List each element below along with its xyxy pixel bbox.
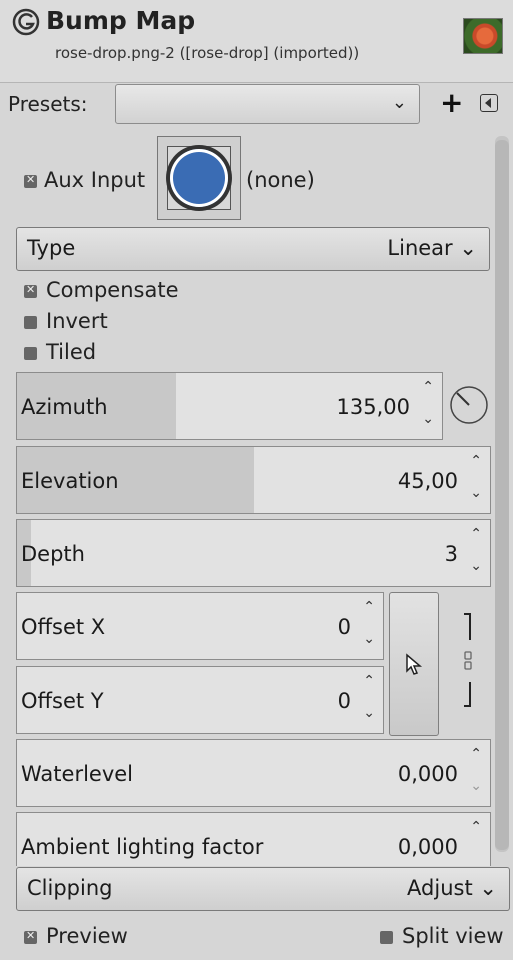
offset-x-spin[interactable]: Offset X 0 ⌃ ⌄ [16, 592, 384, 660]
depth-spin-scale[interactable]: Depth 3 ⌃ ⌄ [16, 519, 491, 587]
ambient-label: Ambient lighting factor [21, 835, 264, 859]
offset-x-label: Offset X [21, 615, 106, 639]
dialog-title: Bump Map [46, 6, 196, 35]
decrement-icon[interactable]: ⌄ [470, 485, 482, 501]
increment-icon[interactable]: ⌃ [470, 819, 482, 835]
increment-icon[interactable]: ⌃ [470, 453, 482, 469]
offset-y-label: Offset Y [21, 689, 104, 713]
offset-y-spin[interactable]: Offset Y 0 ⌃ ⌄ [16, 666, 384, 734]
aux-input-swatch [170, 149, 228, 207]
aux-input-checkbox[interactable] [24, 173, 37, 188]
decrement-icon[interactable]: ⌄ [470, 778, 482, 794]
waterlevel-label: Waterlevel [21, 762, 134, 786]
clipping-value-wrap: Adjust ⌄ [407, 876, 497, 900]
depth-value: 3 [444, 542, 458, 566]
aux-input-value: (none) [246, 168, 315, 192]
clipping-value: Adjust [407, 876, 473, 900]
pick-coordinates-button[interactable] [389, 592, 439, 736]
invert-checkbox[interactable] [24, 316, 37, 329]
chain-link-icon[interactable] [460, 610, 476, 710]
waterlevel-value: 0,000 [397, 762, 458, 786]
azimuth-label: Azimuth [21, 395, 108, 419]
decrement-icon[interactable]: ⌄ [470, 558, 482, 574]
azimuth-spin-scale[interactable]: Azimuth 135,00 ⌃ ⌄ [16, 372, 443, 440]
image-subtitle: rose-drop.png-2 ([rose-drop] (imported)) [55, 44, 360, 62]
decrement-icon[interactable]: ⌄ [363, 631, 375, 647]
gimp-logo-icon [12, 8, 40, 36]
offset-y-value: 0 [337, 689, 351, 713]
increment-icon[interactable]: ⌃ [363, 673, 375, 689]
compensate-checkbox[interactable] [24, 283, 37, 298]
tiled-label: Tiled [46, 340, 97, 364]
presets-combo[interactable]: ⌄ [115, 84, 420, 124]
offset-x-value: 0 [337, 615, 351, 639]
type-label: Type [27, 236, 76, 260]
menu-triangle-icon[interactable] [480, 94, 498, 112]
compensate-label: Compensate [46, 278, 179, 302]
chevron-down-icon: ⌄ [391, 92, 407, 113]
tiled-checkbox[interactable] [24, 347, 37, 360]
decrement-icon[interactable]: ⌄ [422, 411, 434, 427]
presets-label: Presets: [8, 92, 88, 116]
aux-input-label: Aux Input [44, 168, 146, 192]
increment-icon[interactable]: ⌃ [422, 379, 434, 395]
azimuth-dial-icon[interactable] [449, 385, 489, 425]
image-thumbnail [463, 18, 503, 54]
invert-label: Invert [46, 309, 108, 333]
split-view-label: Split view [402, 924, 504, 948]
elevation-label: Elevation [21, 469, 119, 493]
preview-label: Preview [46, 924, 128, 948]
chevron-down-icon: ⌄ [459, 236, 477, 260]
increment-icon[interactable]: ⌃ [470, 526, 482, 542]
ambient-value: 0,000 [397, 835, 458, 859]
scrollbar-thumb[interactable] [495, 140, 509, 850]
depth-label: Depth [21, 542, 85, 566]
add-preset-button[interactable]: + [440, 86, 463, 120]
increment-icon[interactable]: ⌃ [363, 599, 375, 615]
chevron-down-icon: ⌄ [479, 876, 497, 900]
waterlevel-spin-scale[interactable]: Waterlevel 0,000 ⌃ ⌄ [16, 739, 491, 807]
elevation-spin-scale[interactable]: Elevation 45,00 ⌃ ⌄ [16, 446, 491, 514]
split-view-checkbox[interactable] [380, 931, 393, 944]
clipping-combo[interactable]: Clipping Adjust ⌄ [16, 867, 510, 911]
elevation-value: 45,00 [397, 469, 458, 493]
preview-checkbox[interactable] [24, 929, 37, 944]
type-value: Linear [387, 236, 453, 260]
decrement-icon[interactable]: ⌄ [363, 705, 375, 721]
azimuth-value: 135,00 [336, 395, 410, 419]
increment-icon[interactable]: ⌃ [470, 746, 482, 762]
clipping-label: Clipping [27, 876, 113, 900]
type-combo[interactable]: Type Linear ⌄ [16, 227, 490, 271]
pointer-icon [406, 653, 423, 675]
type-value-wrap: Linear ⌄ [387, 236, 477, 260]
ambient-spin-scale[interactable]: Ambient lighting factor 0,000 ⌃ [16, 812, 491, 866]
